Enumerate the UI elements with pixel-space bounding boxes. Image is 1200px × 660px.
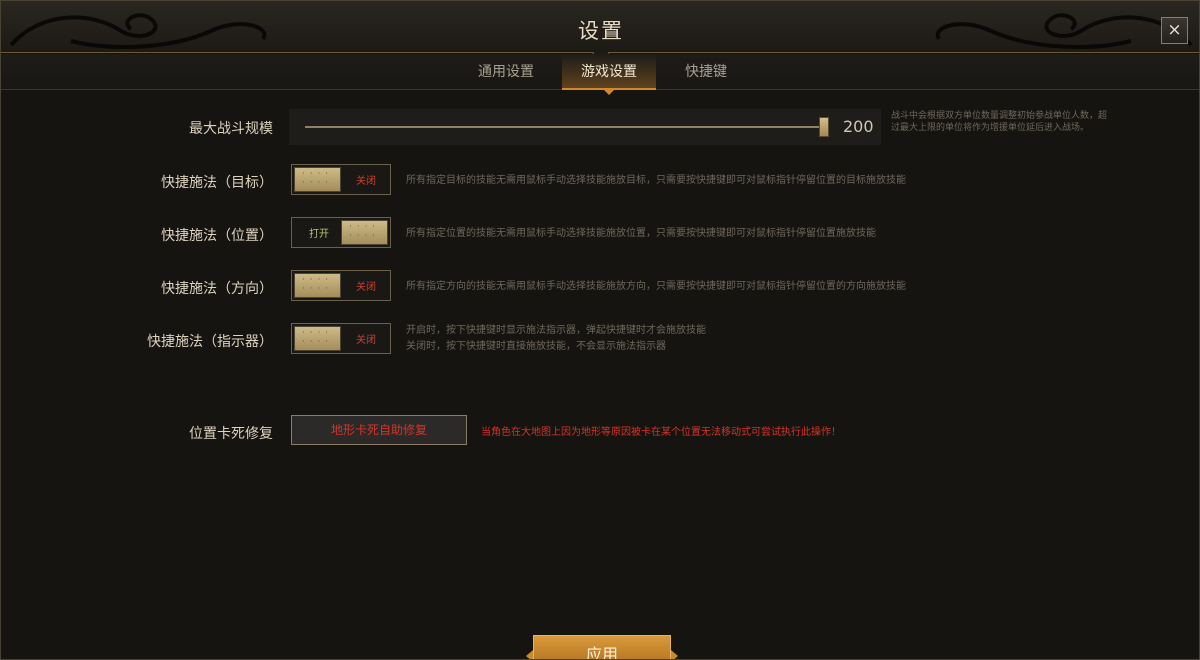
toggle-state-text: 关闭 <box>356 335 376 346</box>
quick-cast-target-toggle[interactable]: 关闭 <box>291 164 391 195</box>
quick-cast-indicator-description-off: 关闭时，按下快捷键时直接施放技能，不会显示施法指示器 <box>406 341 666 352</box>
quick-cast-target-description: 所有指定目标的技能无需用鼠标手动选择技能施放目标，只需要按快捷键即可对鼠标指针停… <box>406 175 906 186</box>
toggle-state-text: 关闭 <box>356 176 376 187</box>
quick-cast-direction-toggle[interactable]: 关闭 <box>291 270 391 301</box>
settings-window: 设置 × 通用设置 游戏设置 快捷键 最大战斗规模 200 战斗中会根据双方单位… <box>0 0 1200 660</box>
toggle-knob <box>341 220 388 245</box>
quick-cast-position-toggle[interactable]: 打开 <box>291 217 391 248</box>
slider-thumb[interactable] <box>819 117 829 137</box>
toggle-knob <box>294 167 341 192</box>
slider-fill <box>305 126 829 128</box>
tab-hotkeys[interactable]: 快捷键 <box>669 54 743 90</box>
slider-track[interactable] <box>305 126 829 128</box>
repair-warning: 当角色在大地图上因为地形等原因被卡在某个位置无法移动式可尝试执行此操作！ <box>481 427 841 438</box>
toggle-state-text: 打开 <box>309 229 329 240</box>
close-button[interactable]: × <box>1161 17 1188 44</box>
slider-value: 200 <box>843 117 874 136</box>
quick-cast-target-label: 快捷施法（目标） <box>161 175 273 191</box>
quick-cast-position-description: 所有指定位置的技能无需用鼠标手动选择技能施放位置，只需要按快捷键即可对鼠标指针停… <box>406 228 876 239</box>
window-title: 设置 <box>578 19 624 43</box>
battle-scale-slider: 200 <box>289 109 881 145</box>
tab-general-settings[interactable]: 通用设置 <box>463 54 549 90</box>
quick-cast-indicator-toggle[interactable]: 关闭 <box>291 323 391 354</box>
tab-game-settings[interactable]: 游戏设置 <box>562 54 656 95</box>
position-repair-label: 位置卡死修复 <box>189 426 273 442</box>
window-header: 设置 × <box>1 1 1199 63</box>
toggle-knob <box>294 273 341 298</box>
apply-button[interactable]: 应用 <box>526 635 678 659</box>
toggle-knob <box>294 326 341 351</box>
battle-scale-description: 战斗中会根据双方单位数量调整初始参战单位人数，超过最大上限的单位将作为增援单位延… <box>891 111 1108 133</box>
quick-cast-position-label: 快捷施法（位置） <box>161 228 273 244</box>
quick-cast-indicator-description-on: 开启时，按下快捷键时显示施法指示器，弹起快捷键时才会施放技能 <box>406 325 706 336</box>
quick-cast-direction-label: 快捷施法（方向） <box>161 281 273 297</box>
toggle-state-text: 关闭 <box>356 282 376 293</box>
quick-cast-indicator-label: 快捷施法（指示器） <box>147 334 273 350</box>
quick-cast-direction-description: 所有指定方向的技能无需用鼠标手动选择技能施放方向，只需要按快捷键即可对鼠标指针停… <box>406 281 906 292</box>
terrain-stuck-repair-button[interactable]: 地形卡死自助修复 <box>291 415 467 445</box>
battle-scale-label: 最大战斗规模 <box>189 121 273 137</box>
tab-bar: 通用设置 游戏设置 快捷键 <box>1 54 1199 95</box>
